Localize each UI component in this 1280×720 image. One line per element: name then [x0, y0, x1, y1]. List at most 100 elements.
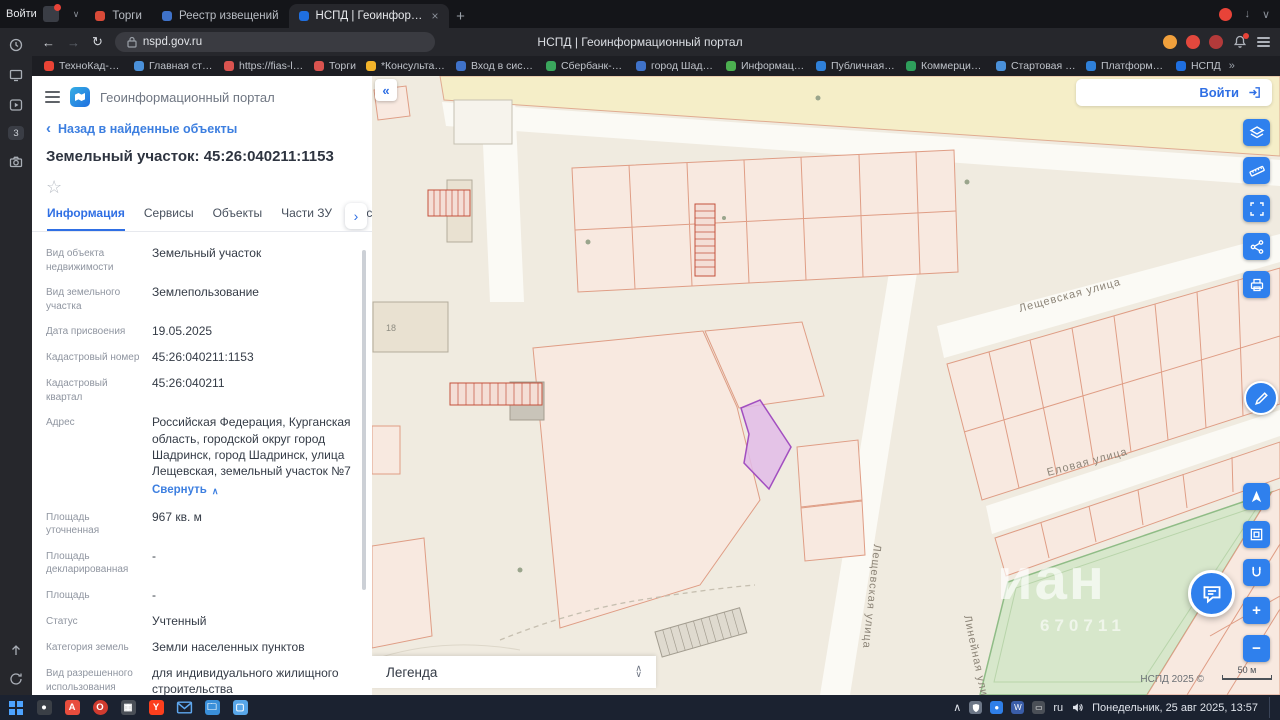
- screenshot-camera-icon[interactable]: [8, 153, 25, 170]
- draw-tool-button[interactable]: [1244, 381, 1278, 415]
- bookmark[interactable]: ТехноКад-Муниц: [40, 60, 128, 72]
- reload-button[interactable]: ↻: [92, 34, 103, 50]
- tray-shield-icon[interactable]: [969, 701, 983, 714]
- taskbar-app-mail[interactable]: [172, 697, 196, 718]
- browser-menu-icon[interactable]: [1257, 37, 1270, 47]
- bookmark[interactable]: Информация о р: [722, 60, 810, 72]
- secure-lock-icon: [127, 36, 137, 48]
- extent-button[interactable]: [1243, 521, 1270, 548]
- back-to-results-link[interactable]: ‹ Назад в найденные объекты: [32, 113, 372, 138]
- volume-icon[interactable]: [1071, 701, 1084, 714]
- pin-panel-icon[interactable]: [8, 641, 25, 658]
- tab-nspd-active[interactable]: НСПД | Геоинформац... ×: [288, 4, 449, 28]
- extension-icon[interactable]: [1163, 35, 1177, 49]
- map-login-button[interactable]: Войти: [1076, 79, 1272, 106]
- taskbar-app-yandex[interactable]: Y: [144, 697, 168, 718]
- scale-indicator: 50 м: [1222, 665, 1272, 680]
- tab-services[interactable]: Сервисы: [144, 206, 194, 231]
- tab-close-icon[interactable]: ×: [432, 9, 439, 23]
- taskbar-app-window[interactable]: ▢: [228, 697, 252, 718]
- notifications-count-badge[interactable]: 3: [8, 126, 24, 140]
- bookmark[interactable]: Коммерция МО.: [902, 60, 990, 72]
- taskbar-app-search[interactable]: ●: [32, 697, 56, 718]
- tab-information[interactable]: Информация: [47, 206, 125, 231]
- print-button[interactable]: [1243, 271, 1270, 298]
- bookmark-favicon: [635, 61, 646, 71]
- downloads-icon[interactable]: ↓: [1244, 8, 1250, 20]
- tray-cloud-icon[interactable]: ●: [990, 701, 1004, 714]
- collapse-up-icon: ∧: [211, 485, 219, 496]
- back-button[interactable]: ←: [42, 35, 55, 50]
- zoom-out-button[interactable]: −: [1243, 635, 1270, 662]
- tray-display-icon[interactable]: ▭: [1032, 701, 1046, 714]
- collapse-panel-button[interactable]: «: [375, 79, 397, 101]
- bookmark[interactable]: Стартовая стран: [992, 60, 1080, 72]
- tab-dropdown-icon[interactable]: ∨: [73, 9, 80, 20]
- bookmark[interactable]: Платформа госу: [1082, 60, 1170, 72]
- measure-button[interactable]: [1243, 157, 1270, 184]
- tray-word-icon[interactable]: W: [1011, 701, 1025, 714]
- panel-scrollbar[interactable]: [362, 250, 366, 590]
- tray-expand-icon[interactable]: ∧: [953, 701, 961, 714]
- address-bar: ← → ↻ nspd.gov.ru НСПД | Геоинформационн…: [0, 28, 1280, 56]
- zoom-in-button[interactable]: +: [1243, 597, 1270, 624]
- forward-button[interactable]: →: [67, 35, 80, 50]
- select-area-button[interactable]: [1243, 195, 1270, 222]
- tab-torgi[interactable]: Торги: [85, 4, 152, 28]
- tab-parts[interactable]: Части ЗУ: [281, 206, 332, 231]
- taskbar-app-red[interactable]: А: [60, 697, 84, 718]
- tab-objects[interactable]: Объекты: [213, 206, 263, 231]
- chat-support-button[interactable]: [1188, 570, 1235, 617]
- legend-bar[interactable]: Легенда ∧ ∨: [372, 656, 656, 688]
- legend-expand-icon[interactable]: ∧ ∨: [635, 664, 642, 678]
- tab-favicon: [161, 11, 172, 21]
- url-field[interactable]: nspd.gov.ru: [114, 32, 435, 52]
- bookmark[interactable]: город Шадринск: [632, 60, 720, 72]
- browser-profile-icon[interactable]: [42, 4, 61, 22]
- collapse-address-link[interactable]: Свернуть ∧: [152, 483, 358, 499]
- bookmark[interactable]: https://fias-lk.nal: [220, 60, 308, 72]
- taskbar-app-explorer[interactable]: 🗀: [200, 697, 224, 718]
- pinned-tab-label: Войти: [6, 8, 37, 20]
- alerts-bell-icon[interactable]: [1232, 33, 1249, 50]
- field-row-address: Адрес Российская Федерация, Курганская о…: [46, 414, 358, 498]
- share-button[interactable]: [1243, 233, 1270, 260]
- favorite-star-icon[interactable]: ☆: [32, 165, 372, 200]
- layers-button[interactable]: [1243, 119, 1270, 146]
- extension-icon[interactable]: [1186, 35, 1200, 49]
- tabs-scroll-right-button[interactable]: ›: [345, 203, 367, 229]
- field-row: Кадастровый номер 45:26:040211:1153: [46, 350, 254, 365]
- cadastral-basemap[interactable]: Лещевская улица Еловая улица Лещевская у…: [372, 76, 1280, 695]
- show-desktop-button[interactable]: [1269, 697, 1272, 718]
- start-button[interactable]: [4, 697, 28, 718]
- map-viewport[interactable]: Лещевская улица Еловая улица Лещевская у…: [372, 76, 1280, 695]
- snap-button[interactable]: [1243, 559, 1270, 586]
- bookmark[interactable]: Публичная кадас: [812, 60, 900, 72]
- video-icon[interactable]: [8, 96, 25, 113]
- notifications-badge[interactable]: [1219, 7, 1233, 21]
- bookmark[interactable]: Вход в систему З: [452, 60, 540, 72]
- extension-icon[interactable]: [1209, 35, 1223, 49]
- locate-me-button[interactable]: [1243, 483, 1270, 510]
- collections-icon[interactable]: ∨: [1262, 8, 1270, 21]
- taskbar-app-browser[interactable]: O: [88, 697, 112, 718]
- tabs-panel-icon[interactable]: [8, 66, 25, 83]
- bookmark-favicon: [134, 61, 144, 71]
- new-tab-button[interactable]: +: [449, 4, 473, 28]
- bookmarks-overflow-icon[interactable]: »: [1229, 60, 1235, 72]
- bookmark[interactable]: НСПД: [1172, 60, 1225, 72]
- portal-menu-icon[interactable]: [45, 91, 60, 103]
- bookmark[interactable]: *КонсультантПлю: [362, 60, 450, 72]
- sync-icon[interactable]: [8, 670, 25, 687]
- history-icon[interactable]: [8, 36, 25, 53]
- taskbar-app-tools[interactable]: ▦: [116, 697, 140, 718]
- language-indicator[interactable]: ru: [1053, 702, 1063, 714]
- bookmark[interactable]: Сбербанк-АСТ -: [542, 60, 630, 72]
- building-number-label: 18: [386, 323, 396, 333]
- tab-reestr[interactable]: Реестр извещений: [152, 4, 289, 28]
- bookmark[interactable]: Торги: [310, 60, 360, 72]
- attributes-list: Вид объекта недвижимости Земельный участо…: [32, 232, 372, 695]
- clock-datetime[interactable]: Понедельник, 25 авг 2025, 13:57: [1092, 702, 1258, 714]
- pinned-tab-login[interactable]: Войти: [6, 4, 61, 22]
- bookmark[interactable]: Главная страниц: [130, 60, 218, 72]
